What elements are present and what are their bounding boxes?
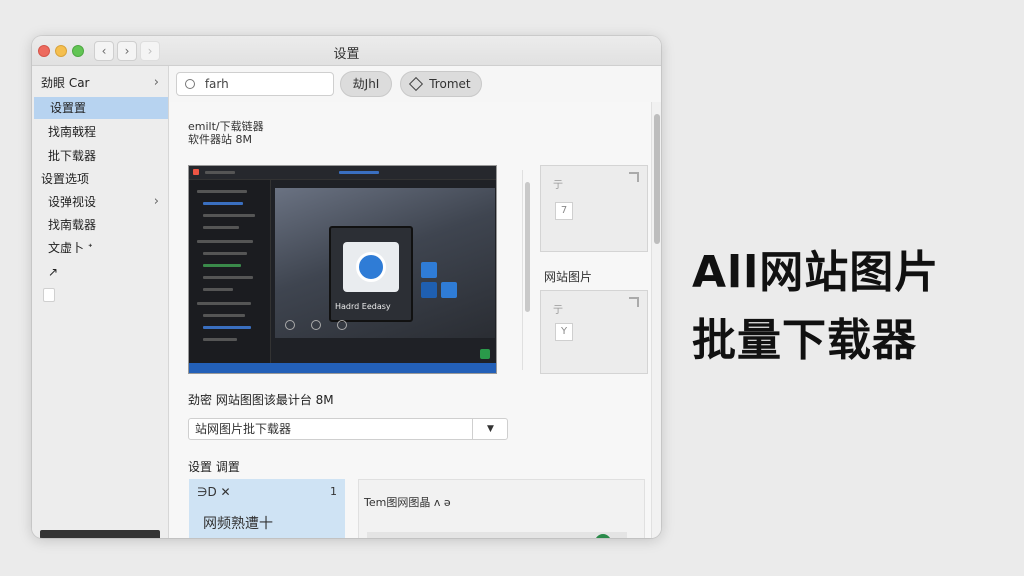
chevron-right-icon: ›: [153, 194, 159, 209]
search-icon: [185, 79, 195, 89]
site-select-value: 站网图片批下载器: [195, 422, 292, 436]
cloud-icon: [421, 262, 437, 278]
image-icon: Y: [555, 323, 573, 341]
settings-window: ‹ › › 设置 劲眼 Car › 设置置 找南戟程 批下载器 设置选项 设弹视…: [32, 36, 661, 538]
sidebar-item-downloader[interactable]: 批下载器: [32, 145, 169, 167]
window-title: 设置: [333, 47, 360, 62]
sidebar-item-label: 设置选项: [41, 172, 90, 186]
panel-label: Tem图网图晶 ʌ ə: [364, 496, 451, 509]
preview-image[interactable]: Hadrd Eedasy: [188, 165, 497, 374]
app-logo-icon: [193, 169, 199, 175]
title-bar: ‹ › › 设置: [32, 36, 661, 66]
sidebar-item-label: 文虚卜 ᐩ: [48, 241, 93, 255]
headline-line-2: 批量下载器: [692, 315, 917, 366]
sidebar-item-label: 找南戟程: [48, 125, 97, 139]
card-count: 1: [330, 485, 337, 498]
control-icon: [337, 320, 347, 330]
sidebar-item-tutorial[interactable]: 找南戟程: [32, 121, 169, 143]
settings-header: 设置 调置: [188, 460, 240, 474]
tool-icon: [409, 76, 424, 92]
search-input-value: farh: [204, 77, 229, 91]
site-select[interactable]: 站网图片批下载器 ▼: [188, 418, 508, 440]
side-label: 网站图片: [544, 270, 593, 284]
toolbar-button-2[interactable]: Tromet: [400, 71, 482, 97]
settings-card[interactable]: ∋D ✕ 1 网频熟遭十: [189, 479, 345, 538]
chevron-down-icon[interactable]: ▼: [472, 418, 508, 440]
user-avatar-icon: [343, 242, 399, 292]
preview-sidebar: [189, 180, 271, 363]
preview-scrollbar-thumb[interactable]: [525, 182, 530, 312]
tile-icon: [421, 282, 437, 298]
control-icon: [311, 320, 321, 330]
status-icon: [480, 349, 490, 359]
thumbnail-glyph: 亍: [553, 180, 563, 191]
sidebar-preview-thumb: [40, 530, 160, 538]
expand-icon: [629, 172, 639, 182]
preview-toolbar: [189, 166, 496, 180]
headline-line-1: All网站图片: [692, 247, 940, 298]
sidebar-item-label: 劲眼 Car: [41, 76, 90, 90]
chevron-right-icon: ›: [153, 75, 159, 90]
tile-icon: [441, 282, 457, 298]
sidebar-item-label: 设弹视设: [48, 195, 97, 209]
sidebar-item-files[interactable]: 文虚卜 ᐩ: [32, 237, 169, 259]
preview-card: Hadrd Eedasy: [329, 226, 413, 322]
sidebar-item-share[interactable]: ↗: [32, 261, 169, 283]
sidebar-item-preferences[interactable]: 设弹视设 ›: [32, 191, 169, 213]
thumbnail-glyph: 亍: [553, 305, 563, 316]
sidebar-item-label: 找南载器: [48, 218, 97, 232]
sidebar-item-label: 批下载器: [48, 149, 97, 163]
path-label: 劲密 网站图图该最计台 8M: [188, 393, 334, 407]
thumbnail-card-1[interactable]: 亍 7: [540, 165, 648, 252]
scrollbar-thumb[interactable]: [654, 114, 660, 244]
thumbnail-card-2[interactable]: 亍 Y: [540, 290, 648, 374]
card-title: ∋D ✕: [197, 485, 231, 499]
intro-line-2: 软件器站 8M: [188, 133, 252, 146]
share-icon: ↗: [48, 265, 59, 279]
card-body: 网频熟遭十: [203, 516, 273, 532]
document-icon: [43, 288, 55, 302]
control-icon: [285, 320, 295, 330]
sidebar-item-settings[interactable]: 设置置: [34, 97, 168, 119]
sidebar-item-loader[interactable]: 找南载器: [32, 214, 169, 236]
sidebar: 劲眼 Car › 设置置 找南戟程 批下载器 设置选项 设弹视设 › 找南载器 …: [32, 66, 169, 538]
expand-icon: [629, 297, 639, 307]
panel-input[interactable]: [367, 532, 627, 538]
preview-caption: Hadrd Eedasy: [335, 302, 391, 311]
sidebar-item-label: 设置置: [50, 101, 87, 115]
preview-statusbar: [189, 363, 496, 373]
preview-scrollbar[interactable]: [522, 170, 530, 370]
search-input[interactable]: farh: [176, 72, 334, 96]
toolbar-button-1[interactable]: 劫JhI: [340, 71, 392, 97]
settings-panel: Tem图网图晶 ʌ ə: [358, 479, 645, 538]
toolbar-button-2-label: Tromet: [429, 77, 471, 91]
sidebar-item-account[interactable]: 劲眼 Car ›: [32, 72, 169, 94]
preview-stage: Hadrd Eedasy: [275, 188, 495, 338]
vertical-scrollbar[interactable]: [651, 102, 661, 538]
image-icon: 7: [555, 202, 573, 220]
sidebar-item-options[interactable]: 设置选项: [32, 168, 169, 190]
